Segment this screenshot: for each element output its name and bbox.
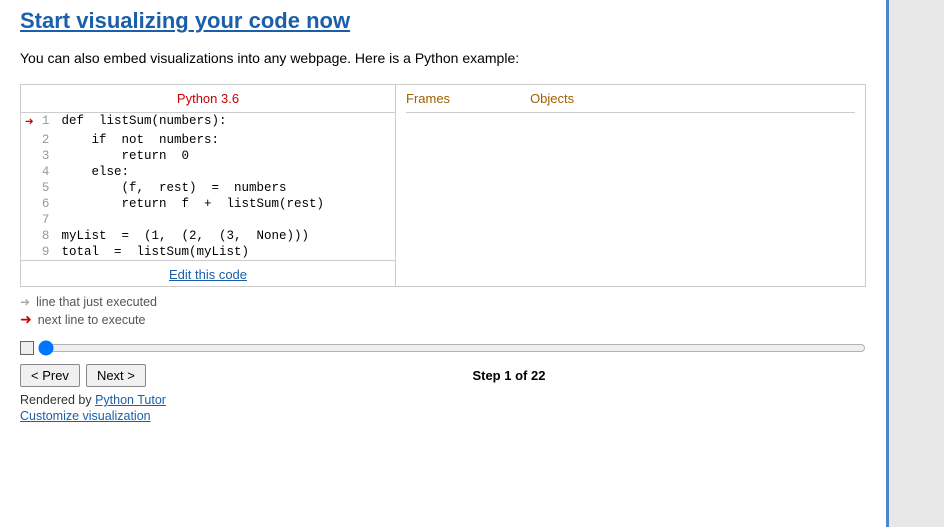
code-line-7: 7 xyxy=(21,212,395,228)
gray-arrow-icon: ➜ xyxy=(20,295,30,309)
frames-label: Frames xyxy=(406,91,450,106)
red-arrow-icon: ➜ xyxy=(20,311,32,328)
code-line-8: 8 myList = (1, (2, (3, None))) xyxy=(21,228,395,244)
page-title[interactable]: Start visualizing your code now xyxy=(20,8,350,34)
legend-gray-text: line that just executed xyxy=(36,295,157,309)
prev-button[interactable]: < Prev xyxy=(20,364,80,387)
slider-thumb xyxy=(20,341,34,355)
right-sidebar xyxy=(889,0,944,527)
code-line-3: 3 return 0 xyxy=(21,148,395,164)
code-line-5: 5 (f, rest) = numbers xyxy=(21,180,395,196)
python-tutor-link[interactable]: Python Tutor xyxy=(95,393,166,407)
code-line-1: ➜ 1 def listSum(numbers): xyxy=(21,113,395,132)
code-panel: Python 3.6 ➜ 1 def listSum(numbers): 2 xyxy=(21,85,396,286)
legend-red: ➜ next line to execute xyxy=(20,311,866,328)
code-line-6: 6 return f + listSum(rest) xyxy=(21,196,395,212)
customize-visualization-link[interactable]: Customize visualization xyxy=(20,409,866,423)
edit-code-link[interactable]: Edit this code xyxy=(21,260,395,286)
code-table: ➜ 1 def listSum(numbers): 2 if not numbe… xyxy=(21,113,395,260)
legend-area: ➜ line that just executed ➜ next line to… xyxy=(20,295,866,328)
step-slider[interactable] xyxy=(38,340,866,356)
rendered-by-text: Rendered by xyxy=(20,393,92,407)
next-button[interactable]: Next > xyxy=(86,364,146,387)
legend-gray: ➜ line that just executed xyxy=(20,295,866,309)
code-header: Python 3.6 xyxy=(21,85,395,113)
nav-row: < Prev Next > Step 1 of 22 xyxy=(20,364,866,387)
slider-row xyxy=(20,340,866,356)
rendered-by-row: Rendered by Python Tutor xyxy=(20,393,866,407)
visualizer-container: Python 3.6 ➜ 1 def listSum(numbers): 2 xyxy=(20,84,866,287)
frames-objects-header: Frames Objects xyxy=(406,91,855,113)
code-line-4: 4 else: xyxy=(21,164,395,180)
embed-description: You can also embed visualizations into a… xyxy=(20,50,866,66)
code-line-9: 9 total = listSum(myList) xyxy=(21,244,395,260)
objects-label: Objects xyxy=(530,91,574,106)
frames-objects-panel: Frames Objects xyxy=(396,85,865,286)
current-line-arrow: ➜ xyxy=(25,115,33,131)
step-counter: Step 1 of 22 xyxy=(152,368,866,383)
code-line-2: 2 if not numbers: xyxy=(21,132,395,148)
legend-red-text: next line to execute xyxy=(38,313,146,327)
